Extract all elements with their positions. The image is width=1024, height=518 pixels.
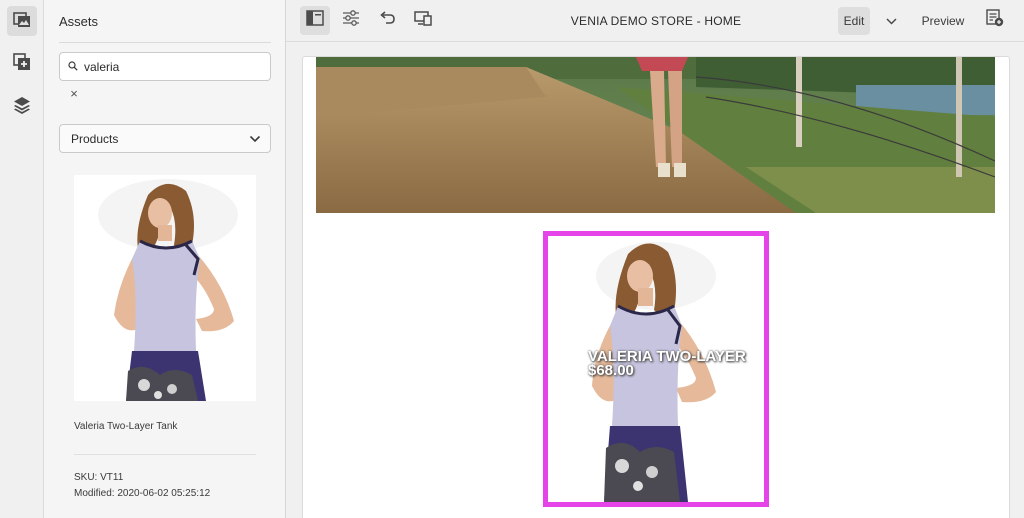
chevron-down-icon bbox=[249, 132, 261, 146]
page-properties-button[interactable] bbox=[336, 6, 366, 35]
asset-sku: SKU: VT11 bbox=[74, 472, 124, 483]
side-rail bbox=[0, 0, 44, 518]
layers-rail-button[interactable] bbox=[7, 92, 37, 122]
chevron-down-icon bbox=[885, 14, 897, 28]
mode-menu-button[interactable] bbox=[876, 7, 906, 35]
clear-search-button[interactable]: × bbox=[68, 87, 80, 101]
emulator-button[interactable] bbox=[408, 6, 438, 35]
devices-icon bbox=[414, 10, 432, 31]
asset-name: Valeria Two-Layer Tank bbox=[74, 421, 178, 432]
asset-modified: Modified: 2020-06-02 05:25:12 bbox=[74, 488, 211, 499]
editor-toolbar: VENIA DEMO STORE - HOME Edit Preview bbox=[286, 0, 1024, 42]
layers-icon bbox=[13, 96, 31, 119]
asset-card-divider bbox=[74, 454, 256, 455]
page-editor: Assets × Products bbox=[0, 0, 1024, 518]
assets-icon bbox=[13, 10, 31, 33]
asset-search-box[interactable] bbox=[59, 52, 271, 81]
edit-mode-button[interactable]: Edit bbox=[838, 7, 870, 35]
toggle-side-panel-button[interactable] bbox=[300, 6, 330, 35]
asset-type-select[interactable]: Products bbox=[59, 124, 271, 153]
asset-card[interactable]: Valeria Two-Layer Tank SKU: VT11 Modifie… bbox=[74, 175, 256, 502]
page-info-icon bbox=[986, 9, 1004, 32]
sliders-icon bbox=[342, 10, 360, 31]
components-icon bbox=[13, 52, 31, 76]
product-price: $68.00 bbox=[588, 362, 634, 379]
panel-divider bbox=[59, 42, 271, 43]
search-input[interactable] bbox=[84, 59, 254, 74]
asset-type-value: Products bbox=[71, 131, 119, 146]
components-rail-button[interactable] bbox=[7, 49, 37, 79]
hero-banner-image[interactable] bbox=[316, 57, 995, 213]
side-panel-icon bbox=[306, 10, 324, 31]
panel-title: Assets bbox=[59, 14, 99, 29]
assets-panel: Assets × Products bbox=[44, 0, 286, 518]
assets-rail-button[interactable] bbox=[7, 6, 37, 36]
page-title: VENIA DEMO STORE - HOME bbox=[570, 14, 742, 28]
asset-meta: SKU: VT11 Modified: 2020-06-02 05:25:12 bbox=[74, 470, 256, 502]
product-teaser-selected[interactable]: VALERIA TWO-LAYER $68.00 bbox=[543, 231, 769, 507]
undo-button[interactable] bbox=[372, 6, 402, 35]
undo-icon bbox=[378, 10, 396, 31]
page-canvas[interactable]: VALERIA TWO-LAYER $68.00 bbox=[302, 56, 1010, 518]
page-information-button[interactable] bbox=[980, 6, 1010, 35]
preview-button[interactable]: Preview bbox=[914, 7, 972, 35]
asset-thumbnail[interactable] bbox=[74, 175, 256, 401]
product-overlay: VALERIA TWO-LAYER $68.00 bbox=[588, 349, 746, 379]
search-icon bbox=[68, 58, 78, 76]
